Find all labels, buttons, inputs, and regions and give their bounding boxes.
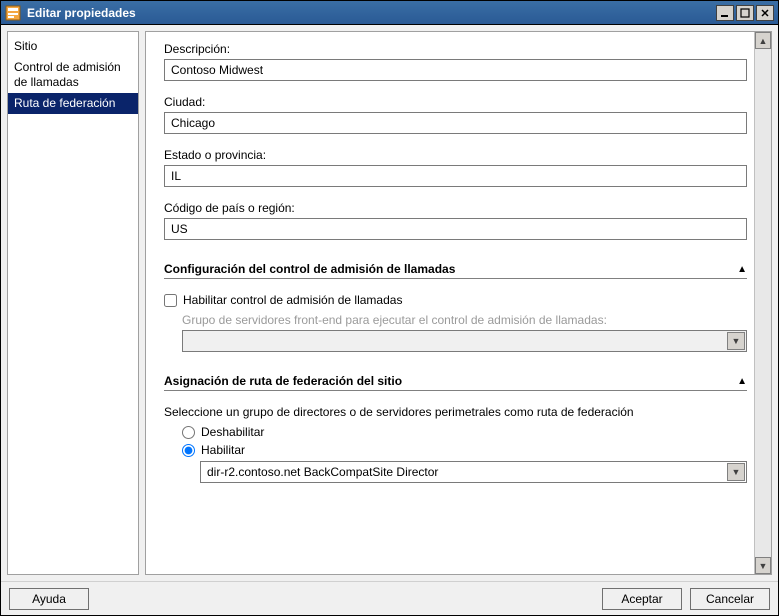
input-description[interactable] (164, 59, 747, 81)
dropdown-icon: ▼ (727, 332, 745, 350)
minimize-button[interactable] (716, 5, 734, 21)
section-federation: Asignación de ruta de federación del sit… (164, 374, 747, 483)
dialog-footer: Ayuda Aceptar Cancelar (1, 581, 778, 615)
field-country: Código de país o región: (164, 201, 747, 240)
section-cac: Configuración del control de admisión de… (164, 262, 747, 352)
input-state[interactable] (164, 165, 747, 187)
radio-enable[interactable] (182, 444, 195, 457)
label-country: Código de país o región: (164, 201, 747, 215)
field-state: Estado o provincia: (164, 148, 747, 187)
radio-label-enable: Habilitar (201, 443, 245, 457)
label-cac-pool: Grupo de servidores front-end para ejecu… (182, 313, 747, 327)
collapse-icon: ▲ (737, 376, 747, 387)
maximize-button[interactable] (736, 5, 754, 21)
cac-pool-group: Grupo de servidores front-end para ejecu… (182, 313, 747, 352)
help-button[interactable]: Ayuda (9, 588, 89, 610)
combo-cac-pool: ▼ (182, 330, 747, 352)
radio-row-enable[interactable]: Habilitar (182, 443, 747, 457)
label-description: Descripción: (164, 42, 747, 56)
checkbox-label-cac-enable: Habilitar control de admisión de llamada… (183, 293, 402, 307)
section-header-federation[interactable]: Asignación de ruta de federación del sit… (164, 374, 747, 391)
scroll-up-button[interactable]: ▲ (755, 32, 771, 49)
nav-sidebar: Sitio Control de admisión de llamadas Ru… (7, 31, 139, 575)
input-country[interactable] (164, 218, 747, 240)
content-area: Sitio Control de admisión de llamadas Ru… (1, 25, 778, 581)
field-description: Descripción: (164, 42, 747, 81)
window-controls (716, 5, 774, 21)
checkbox-cac-enable[interactable] (164, 294, 177, 307)
scroll-down-button[interactable]: ▼ (755, 557, 771, 574)
section-title-federation: Asignación de ruta de federación del sit… (164, 374, 737, 388)
input-city[interactable] (164, 112, 747, 134)
combo-federation-route[interactable]: dir-r2.contoso.net BackCompatSite Direct… (200, 461, 747, 483)
section-header-cac[interactable]: Configuración del control de admisión de… (164, 262, 747, 279)
field-city: Ciudad: (164, 95, 747, 134)
combo-federation-route-value: dir-r2.contoso.net BackCompatSite Direct… (207, 465, 438, 479)
label-city: Ciudad: (164, 95, 747, 109)
app-icon (5, 5, 21, 21)
cancel-button[interactable]: Cancelar (690, 588, 770, 610)
collapse-icon: ▲ (737, 264, 747, 275)
scrollbar-vertical[interactable]: ▲ ▼ (754, 32, 771, 574)
titlebar[interactable]: Editar propiedades (1, 1, 778, 25)
radio-row-disable[interactable]: Deshabilitar (182, 425, 747, 439)
nav-item-cac[interactable]: Control de admisión de llamadas (8, 57, 138, 93)
main-panel: Descripción: Ciudad: Estado o provincia:… (145, 31, 772, 575)
scroll-track[interactable] (755, 49, 771, 557)
section-title-cac: Configuración del control de admisión de… (164, 262, 737, 276)
checkbox-row-cac-enable: Habilitar control de admisión de llamada… (164, 293, 747, 307)
federation-instruction: Seleccione un grupo de directores o de s… (164, 405, 747, 419)
nav-item-site[interactable]: Sitio (8, 36, 138, 57)
nav-item-federation[interactable]: Ruta de federación (8, 93, 138, 114)
radio-label-disable: Deshabilitar (201, 425, 264, 439)
dropdown-icon[interactable]: ▼ (727, 463, 745, 481)
radio-disable[interactable] (182, 426, 195, 439)
label-state: Estado o provincia: (164, 148, 747, 162)
window-title: Editar propiedades (27, 6, 716, 20)
ok-button[interactable]: Aceptar (602, 588, 682, 610)
close-button[interactable] (756, 5, 774, 21)
